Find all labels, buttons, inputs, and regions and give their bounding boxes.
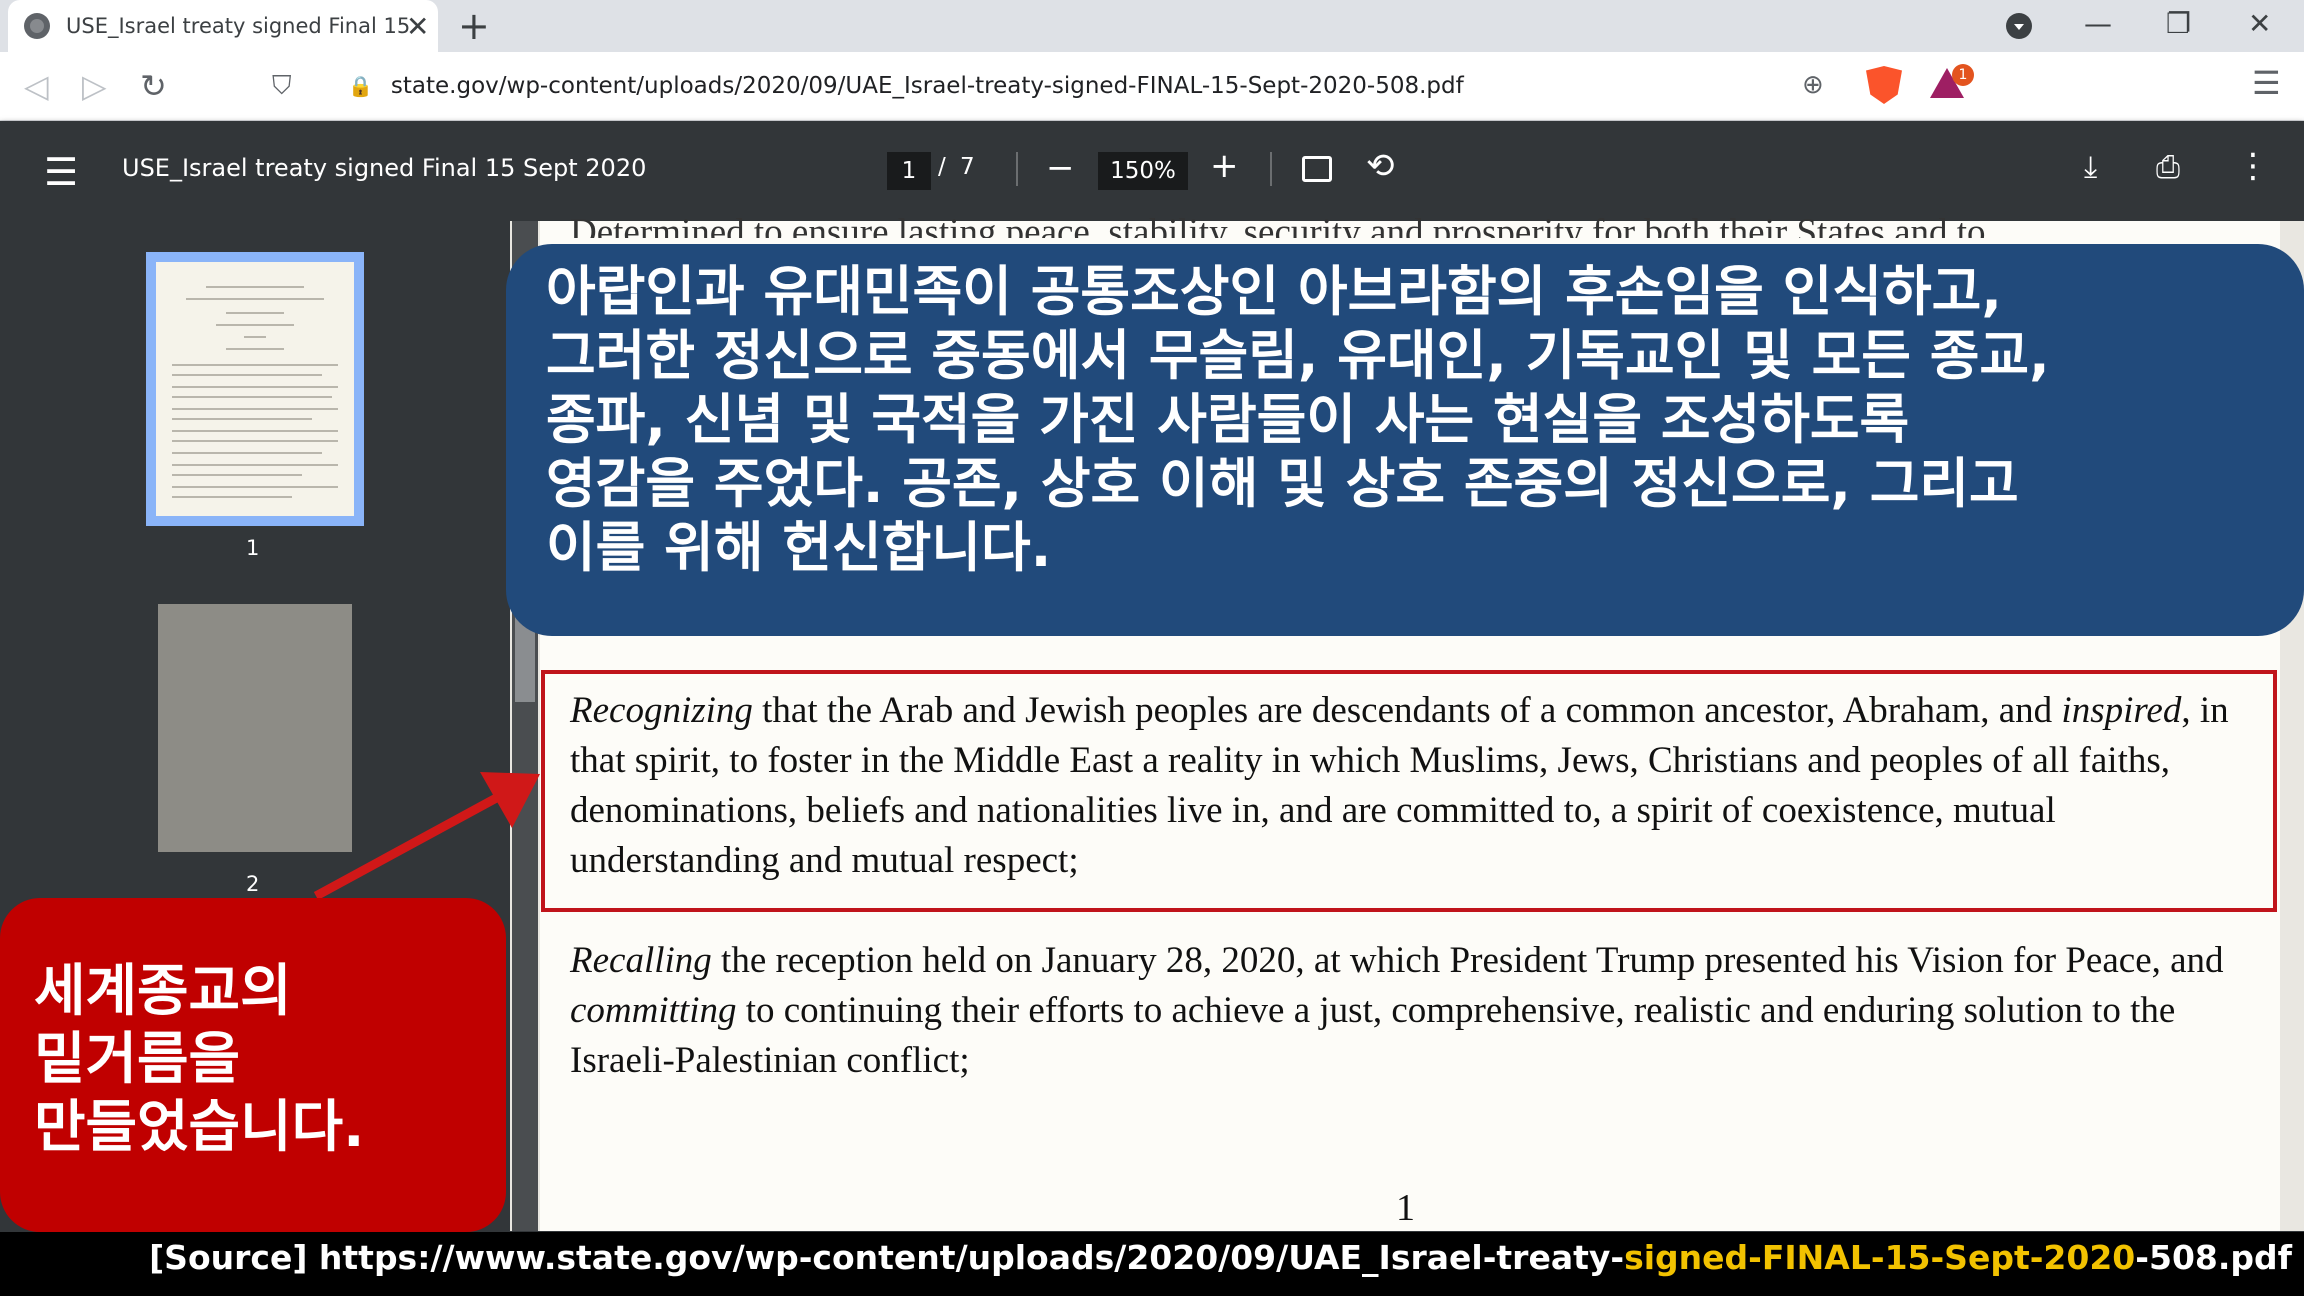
summary-line: 밑거름을 xyxy=(34,1027,241,1092)
sidebar-toggle-icon[interactable]: ☰ xyxy=(44,152,78,192)
page-separator: / xyxy=(938,154,946,180)
paragraph-text: to continuing their efforts to achieve a… xyxy=(570,990,2176,1081)
pdf-title: USE_Israel treaty signed Final 15 Sept 2… xyxy=(122,154,647,182)
callout-line: 영감을 주었다. 공존, 상호 이해 및 상호 존중의 정신으로, 그리고 xyxy=(546,452,2019,515)
back-icon[interactable]: ◁ xyxy=(24,64,49,108)
url-text[interactable]: state.gov/wp-content/uploads/2020/09/UAE… xyxy=(391,73,1464,99)
zoom-out-button[interactable]: − xyxy=(1046,148,1075,188)
page-thumbnail-2[interactable] xyxy=(158,604,352,852)
callout-line: 종파, 신념 및 국적을 가진 사람들이 사는 현실을 조성하도록 xyxy=(546,388,1910,451)
callout-line: 아랍인과 유대민족이 공통조상인 아브라함의 후손임을 인식하고, xyxy=(546,260,2002,323)
thumbnail-label: 1 xyxy=(246,536,260,560)
toolbar-divider xyxy=(1016,152,1018,186)
rotate-icon[interactable]: ⟲ xyxy=(1366,146,1395,186)
callout-line: 그러한 정신으로 중동에서 무슬림, 유대인, 기독교인 및 모든 종교, xyxy=(546,324,2050,387)
profile-dropdown-icon[interactable] xyxy=(2006,13,2032,39)
globe-icon xyxy=(24,13,50,39)
paragraph-text: the reception held on January 28, 2020, … xyxy=(711,940,2224,981)
url-bar[interactable]: 🔒 state.gov/wp-content/uploads/2020/09/U… xyxy=(322,60,1842,112)
more-options-icon[interactable]: ⋮ xyxy=(2236,146,2270,186)
reload-icon[interactable]: ↻ xyxy=(140,64,167,108)
rewards-badge: 1 xyxy=(1952,64,1974,86)
tab-close-icon[interactable]: ✕ xyxy=(406,10,429,43)
paragraph-emphasis: committing xyxy=(570,990,737,1031)
korean-translation-callout: 아랍인과 유대민족이 공통조상인 아브라함의 후손임을 인식하고, 그러한 정신… xyxy=(506,244,2304,636)
forward-icon[interactable]: ▷ xyxy=(82,64,107,108)
lock-icon: 🔒 xyxy=(348,74,373,98)
close-window-button[interactable]: ✕ xyxy=(2248,4,2271,44)
korean-summary-callout: 세계종교의 밑거름을 만들었습니다. xyxy=(0,898,506,1232)
page-thumbnail-1[interactable] xyxy=(156,262,354,516)
summary-line: 만들었습니다. xyxy=(34,1095,365,1160)
paragraph-lead: Recalling xyxy=(570,940,712,981)
source-prefix: [Source] https://www.state.gov/wp-conten… xyxy=(149,1238,1625,1277)
zoom-in-button[interactable]: + xyxy=(1210,146,1239,186)
restore-button[interactable]: ❐ xyxy=(2166,4,2191,44)
partial-text-line: Determined to ensure lasting peace, stab… xyxy=(570,212,1986,238)
source-suffix: -508.pdf xyxy=(2135,1238,2292,1277)
page-footer-number: 1 xyxy=(1396,1187,1415,1229)
bookmark-icon[interactable]: ⛉ xyxy=(272,64,292,108)
fit-page-icon[interactable] xyxy=(1302,156,1332,182)
page-number-input[interactable]: 1 xyxy=(887,152,931,190)
callout-text: 아랍인과 유대민족이 공통조상인 아브라함의 후손임을 인식하고, 그러한 정신… xyxy=(546,260,2264,580)
browser-tab[interactable]: USE_Israel treaty signed Final 15 ✕ xyxy=(8,0,438,52)
toolbar-divider xyxy=(1270,152,1272,186)
recalling-paragraph: Recalling the reception held on January … xyxy=(570,936,2260,1086)
highlight-box xyxy=(541,670,2277,912)
thumbnail-label: 2 xyxy=(246,872,260,896)
print-icon[interactable]: ⎙ xyxy=(2156,150,2180,185)
minimize-button[interactable]: — xyxy=(2084,4,2112,44)
callout-line: 이를 위해 헌신합니다. xyxy=(546,516,1052,579)
summary-line: 세계종교의 xyxy=(34,959,292,1024)
page-total: 7 xyxy=(960,154,975,180)
new-tab-button[interactable]: + xyxy=(458,6,490,46)
zoom-level-input[interactable]: 150% xyxy=(1098,152,1188,190)
source-caption: [Source] https://www.state.gov/wp-conten… xyxy=(149,1238,2292,1277)
zoom-icon[interactable]: ⊕ xyxy=(1802,70,1824,100)
tab-title: USE_Israel treaty signed Final 15 xyxy=(66,14,411,38)
summary-text: 세계종교의 밑거름을 만들었습니다. xyxy=(34,958,506,1162)
download-icon[interactable]: ⤓ xyxy=(2084,150,2097,185)
browser-menu-icon[interactable]: ☰ xyxy=(2252,64,2281,102)
source-highlight: signed-FINAL-15-Sept-2020 xyxy=(1624,1238,2136,1277)
